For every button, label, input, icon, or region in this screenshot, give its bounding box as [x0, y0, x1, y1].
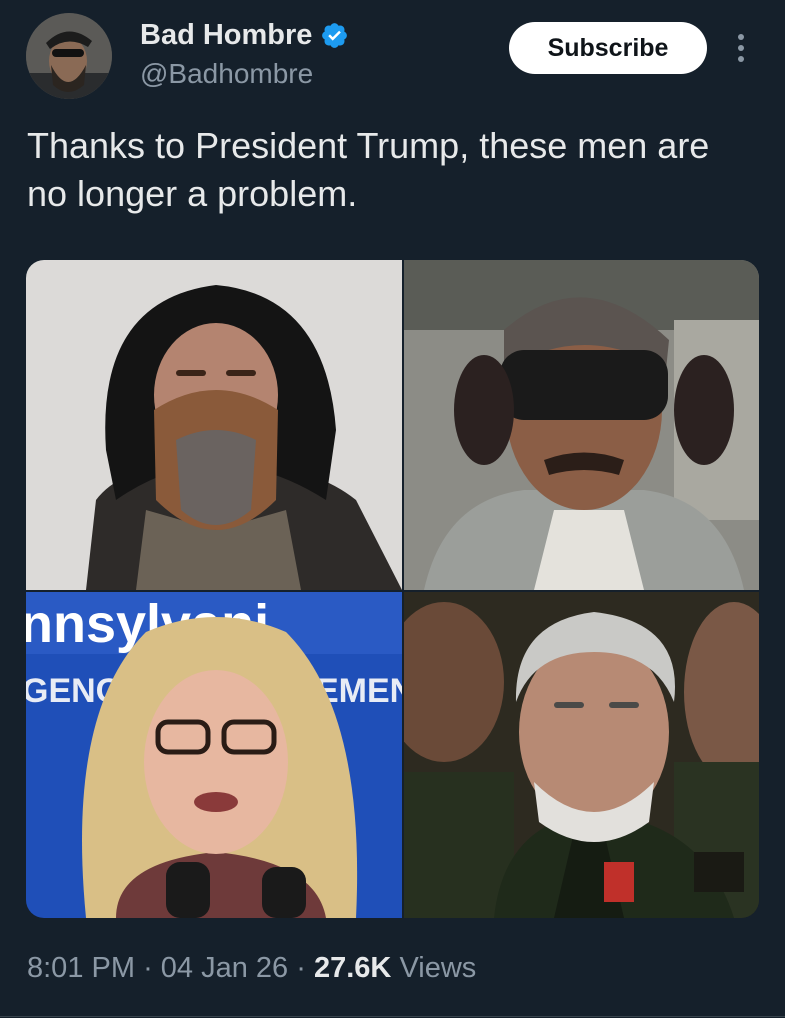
subscribe-button[interactable]: Subscribe — [509, 22, 707, 74]
separator: · — [143, 952, 153, 984]
media-grid[interactable]: nnsylvani GENC EMEN — [26, 260, 759, 918]
photo-person-at-podium: nnsylvani GENC EMEN — [26, 592, 402, 918]
photo-hooded-man — [26, 260, 402, 590]
photo-uniformed-man — [404, 592, 759, 918]
avatar[interactable] — [26, 13, 112, 99]
media-image-3[interactable]: nnsylvani GENC EMEN — [26, 592, 402, 918]
divider — [0, 1016, 785, 1017]
display-name[interactable]: Bad Hombre — [140, 18, 312, 52]
name-row: Bad Hombre — [140, 18, 349, 52]
views-count[interactable]: 27.6K — [314, 952, 391, 984]
author-block: Bad Hombre @Badhombre — [140, 18, 349, 91]
post-text: Thanks to President Trump, these men are… — [27, 125, 710, 214]
photo-blindfolded-man — [404, 260, 759, 590]
tweet: Bad Hombre @Badhombre Subscribe Thanks t… — [0, 0, 785, 1018]
post-time[interactable]: 8:01 PM — [27, 952, 135, 984]
views-label: Views — [399, 952, 477, 984]
avatar-image — [26, 13, 112, 99]
more-options-icon[interactable] — [728, 26, 754, 70]
verified-badge-icon[interactable] — [320, 21, 349, 50]
media-image-1[interactable] — [26, 260, 402, 590]
media-image-2[interactable] — [404, 260, 759, 590]
post-date[interactable]: 04 Jan 26 — [161, 952, 288, 984]
post-metadata: 8:01 PM · 04 Jan 26 · 27.6K Views — [27, 950, 476, 986]
media-image-4[interactable] — [404, 592, 759, 918]
handle[interactable]: @Badhombre — [140, 57, 349, 91]
separator: · — [296, 952, 306, 984]
